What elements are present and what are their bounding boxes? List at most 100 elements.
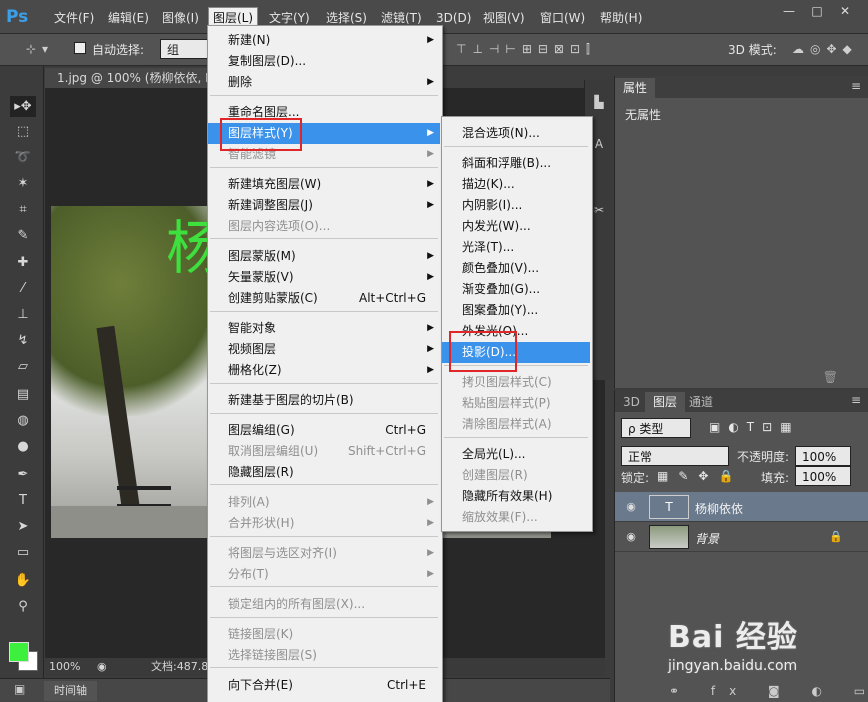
menu-item[interactable]: 创建剪贴蒙版(C) Alt+Ctrl+G (208, 288, 440, 309)
path-select-icon[interactable]: ➤ (10, 516, 36, 537)
fill-input[interactable]: 100% (795, 466, 851, 486)
submenu-item[interactable]: 颜色叠加(V)... (442, 258, 590, 279)
eyedropper-icon[interactable]: ✎ (10, 225, 36, 246)
restore-icon[interactable]: □ (804, 2, 830, 20)
marquee-tool-icon[interactable]: ⬚ (10, 121, 36, 142)
submenu-item[interactable]: 描边(K)... (442, 174, 590, 195)
move-tool-icon[interactable]: ⊹▾ (26, 42, 54, 56)
menu-item[interactable]: 矢量蒙版(V) ▶ (208, 267, 440, 288)
brush-tool-icon[interactable]: ⁄ (10, 278, 36, 299)
auto-select-dropdown[interactable]: 组 (160, 39, 208, 59)
menu-item[interactable]: 向下合并(E) Ctrl+E (208, 675, 440, 696)
properties-tabbar: 属性 ≡ (615, 76, 868, 98)
submenu-item[interactable]: 光泽(T)... (442, 237, 590, 258)
hand-tool-icon[interactable]: ✋ (10, 570, 36, 591)
menu-item: 排列(A) ▶ (208, 492, 440, 513)
menu-shortcut: Ctrl+E (387, 678, 426, 692)
trash-icon[interactable]: 🗑 (823, 370, 838, 384)
auto-select-checkbox[interactable] (74, 42, 86, 54)
opacity-input[interactable]: 100% (795, 446, 851, 466)
document-tab[interactable]: 1.jpg @ 100% (杨柳依依, RG (45, 68, 215, 88)
menu-help[interactable]: 帮助(H) (596, 8, 646, 28)
submenu-item[interactable]: 图案叠加(Y)... (442, 300, 590, 321)
pen-tool-icon[interactable]: ✒ (10, 464, 36, 485)
status-menu-icon[interactable]: ◉ (97, 658, 107, 676)
zoom-tool-icon[interactable]: ⚲ (10, 596, 36, 617)
timeline-icon[interactable]: ▣ (14, 682, 25, 696)
layer-filter-dropdown[interactable]: ρ 类型 (621, 418, 691, 438)
visibility-eye-icon[interactable]: ◉ (623, 500, 639, 514)
menu-item[interactable]: 新建基于图层的切片(B) (208, 390, 440, 411)
menu-item[interactable]: 图层蒙版(M) ▶ (208, 246, 440, 267)
menu-item-label: 视频图层 (228, 342, 277, 356)
align-icons[interactable]: ⊤⊥⊣⊢⊞⊟⊠⊡⫿ (456, 42, 596, 57)
dodge-tool-icon[interactable]: ● (10, 436, 36, 457)
menu-item-label: 复制图层(D)... (228, 54, 307, 68)
menu-item[interactable]: 图层编组(G) Ctrl+G (208, 420, 440, 441)
tab-properties[interactable]: 属性 (615, 78, 656, 98)
menu-window[interactable]: 窗口(W) (536, 8, 589, 28)
submenu-item: 创建图层(R) (442, 465, 590, 486)
foreground-color-swatch[interactable] (9, 642, 29, 662)
history-brush-icon[interactable]: ↯ (10, 330, 36, 351)
zoom-level[interactable]: 100% (49, 658, 80, 676)
menu-file[interactable]: 文件(F) (50, 8, 98, 28)
gradient-tool-icon[interactable]: ▤ (10, 384, 36, 405)
menu-item[interactable]: 删除 ▶ (208, 72, 440, 93)
tab-layers[interactable]: 图层 (645, 392, 686, 412)
visibility-eye-icon[interactable]: ◉ (623, 530, 639, 544)
submenu-item-label: 拷贝图层样式(C) (462, 375, 552, 389)
tab-3d[interactable]: 3D (615, 392, 648, 412)
history-panel-icon[interactable]: ▙ (589, 92, 609, 112)
menu-view[interactable]: 视图(V) (479, 8, 529, 28)
menu-item[interactable]: 智能对象 ▶ (208, 318, 440, 339)
submenu-item[interactable]: 内阴影(I)... (442, 195, 590, 216)
layer-name[interactable]: 杨柳依依 (695, 500, 743, 517)
layers-bottom-icons[interactable]: ⚭ fx ◙ ◐ ▭ ▤ 🗑 (615, 680, 868, 702)
blend-mode-dropdown[interactable]: 正常 (621, 446, 729, 466)
submenu-item[interactable]: 内发光(W)... (442, 216, 590, 237)
type-tool-icon[interactable]: T (10, 490, 36, 511)
submenu-item-label: 图案叠加(Y)... (462, 303, 539, 317)
eraser-icon[interactable]: ▱ (10, 356, 36, 377)
menu-item[interactable]: 新建填充图层(W) ▶ (208, 174, 440, 195)
menu-image[interactable]: 图像(I) (158, 8, 203, 28)
menu-item: 取消图层编组(U) Shift+Ctrl+G (208, 441, 440, 462)
menu-item[interactable]: 栅格化(Z) ▶ (208, 360, 440, 381)
menu-item[interactable]: 复制图层(D)... (208, 51, 440, 72)
layer-row[interactable]: ◉ T 杨柳依依 (615, 492, 868, 522)
clone-stamp-icon[interactable]: ⊥ (10, 304, 36, 325)
tab-channels[interactable]: 通道 (681, 392, 721, 412)
menu-edit[interactable]: 编辑(E) (104, 8, 153, 28)
panel-menu-icon[interactable]: ≡ (851, 393, 861, 407)
layer-row[interactable]: ◉ 背景 🔒 (615, 522, 868, 552)
submenu-item-label: 斜面和浮雕(B)... (462, 156, 552, 170)
menu-item[interactable]: 隐藏图层(R) (208, 462, 440, 483)
menu-item[interactable]: 视频图层 ▶ (208, 339, 440, 360)
panel-menu-icon[interactable]: ≡ (851, 79, 861, 93)
submenu-item[interactable]: 隐藏所有效果(H) (442, 486, 590, 507)
submenu-item[interactable]: 全局光(L)... (442, 444, 590, 465)
menu-item[interactable]: 新建(N) ▶ (208, 30, 440, 51)
minimize-icon[interactable]: — (776, 2, 802, 20)
submenu-item[interactable]: 斜面和浮雕(B)... (442, 153, 590, 174)
move-tool-icon[interactable]: ▸✥ (10, 96, 36, 117)
submenu-arrow-icon: ▶ (427, 344, 434, 354)
fill-label: 填充: (761, 471, 790, 485)
layer-name[interactable]: 背景 (695, 530, 719, 547)
menu-item[interactable]: 新建调整图层(J) ▶ (208, 195, 440, 216)
lock-icons[interactable]: ▦✎✥🔒 (657, 469, 743, 483)
healing-brush-icon[interactable]: ✚ (10, 252, 36, 273)
submenu-item[interactable]: 渐变叠加(G)... (442, 279, 590, 300)
shape-tool-icon[interactable]: ▭ (10, 542, 36, 563)
crop-tool-icon[interactable]: ⌗ (10, 199, 36, 220)
close-icon[interactable]: ✕ (832, 2, 858, 20)
submenu-arrow-icon: ▶ (427, 569, 434, 579)
submenu-item[interactable]: 混合选项(N)... (442, 123, 590, 144)
magic-wand-icon[interactable]: ✶ (10, 173, 36, 194)
lasso-tool-icon[interactable]: ➰ (10, 147, 36, 168)
layer-filter-icons[interactable]: ▣◐T⊡▦ (709, 420, 800, 434)
3d-mode-icons[interactable]: ☁◎✥◆ (792, 42, 858, 56)
blur-tool-icon[interactable]: ◍ (10, 410, 36, 431)
timeline-tab[interactable]: 时间轴 (44, 681, 97, 701)
